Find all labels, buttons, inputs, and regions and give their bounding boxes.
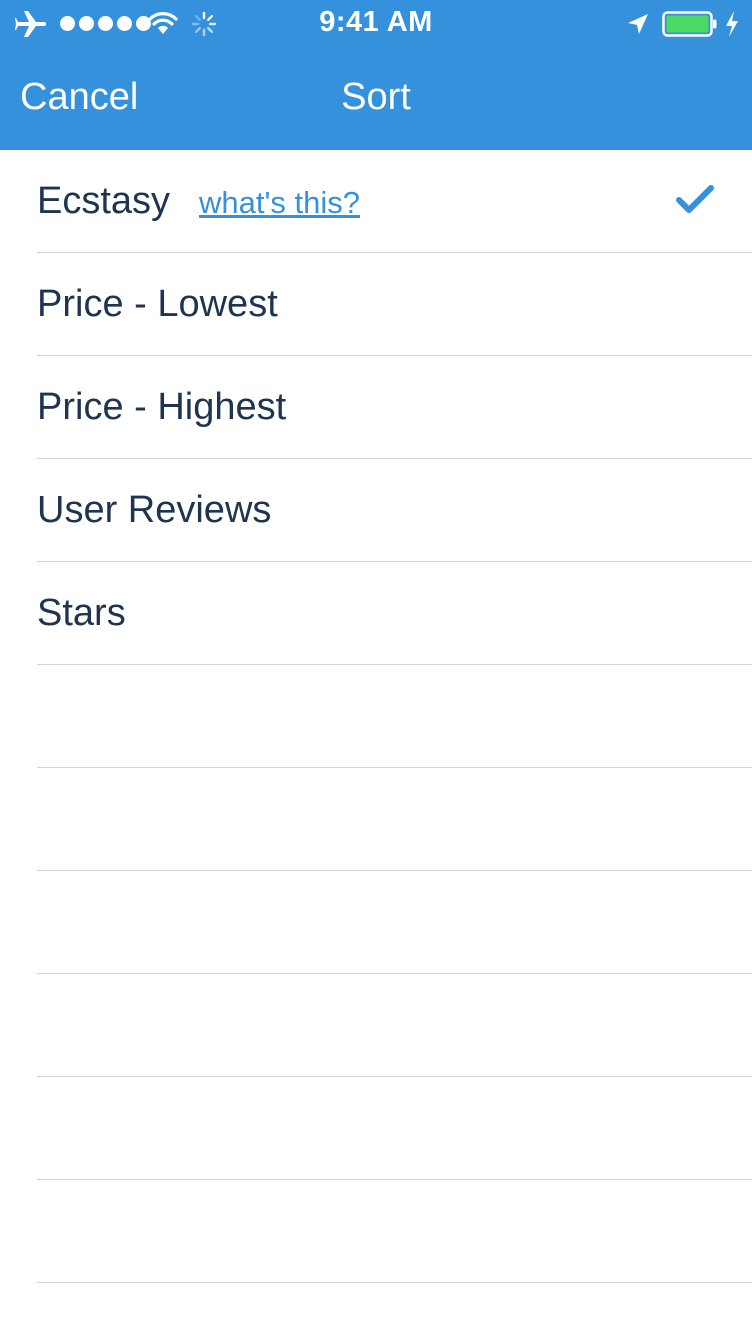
navigation-bar: Cancel Sort — [0, 50, 752, 148]
location-arrow-icon — [628, 14, 648, 34]
empty-row — [0, 974, 752, 1077]
cancel-button[interactable]: Cancel — [20, 76, 138, 119]
sort-option-label: Ecstasy — [37, 180, 171, 222]
sort-option-price-lowest[interactable]: Price - Lowest — [0, 253, 752, 356]
whats-this-link[interactable]: what's this? — [199, 185, 360, 221]
header: 9:41 AM Cancel Sort — [0, 0, 752, 150]
empty-row — [0, 1283, 752, 1334]
sort-option-stars[interactable]: Stars — [0, 562, 752, 665]
charging-bolt-icon — [726, 11, 738, 37]
sort-option-label: Price - Highest — [37, 386, 287, 428]
empty-row — [0, 1077, 752, 1180]
checkmark-icon — [676, 185, 714, 213]
sort-option-label: User Reviews — [37, 489, 272, 531]
sort-option-label: Price - Lowest — [37, 283, 278, 325]
status-bar: 9:41 AM — [0, 0, 752, 48]
empty-row — [0, 1180, 752, 1283]
sort-option-price-highest[interactable]: Price - Highest — [0, 356, 752, 459]
empty-row — [0, 665, 752, 768]
sort-option-ecstasy[interactable]: Ecstasy what's this? — [0, 150, 752, 253]
sort-option-user-reviews[interactable]: User Reviews — [0, 459, 752, 562]
sort-option-label: Stars — [37, 592, 126, 634]
battery-icon — [662, 11, 717, 37]
empty-row — [0, 871, 752, 974]
empty-row — [0, 768, 752, 871]
sort-screen: 9:41 AM Cancel Sort Ecstasy what's this? — [0, 0, 752, 1334]
sort-options-list: Ecstasy what's this? Price - Lowest Pric… — [0, 150, 752, 1334]
